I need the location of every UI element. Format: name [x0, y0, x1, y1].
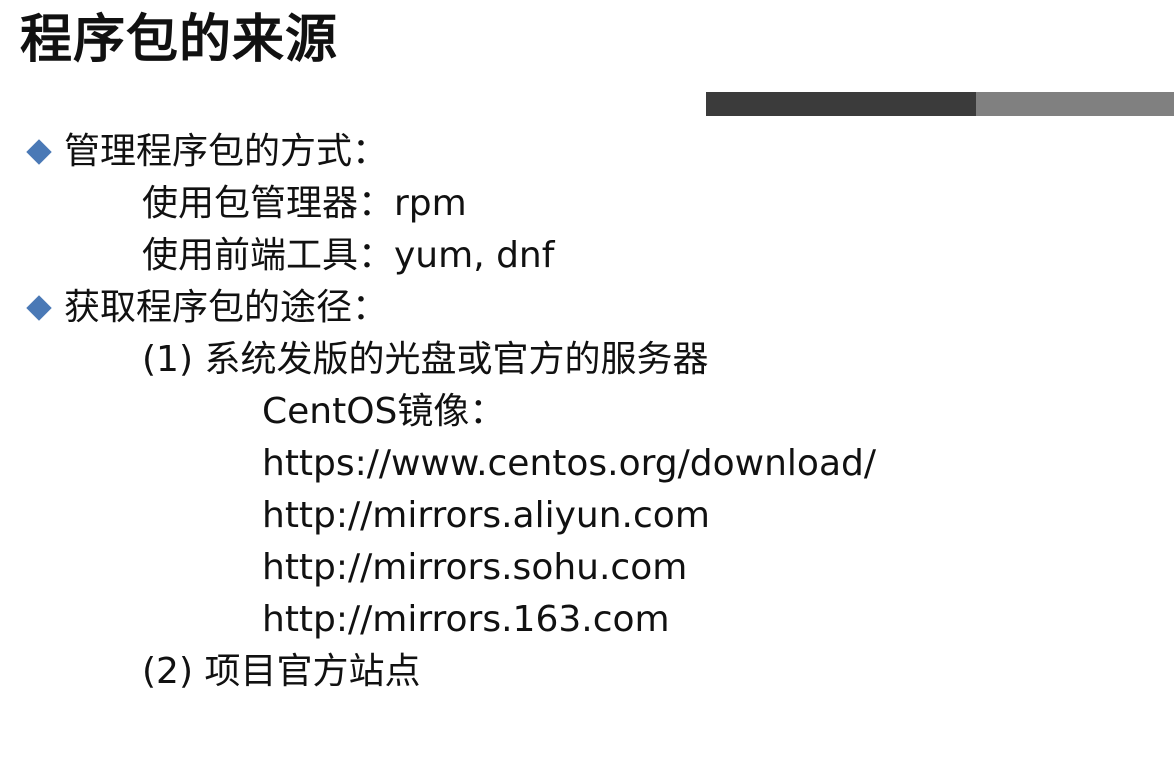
source-official-discs: (1) 系统发版的光盘或官方的服务器: [142, 339, 709, 380]
slide-title: 程序包的来源: [20, 10, 339, 70]
accent-bar-light: [976, 92, 1174, 116]
mirror-url-163: http://mirrors.163.com: [262, 599, 670, 640]
sub-item-frontend-tools: 使用前端工具：yum, dnf: [142, 235, 555, 276]
diamond-bullet-icon: [26, 139, 52, 165]
centos-mirror-label: CentOS镜像：: [262, 391, 506, 432]
section-heading: 获取程序包的途径：: [64, 287, 389, 328]
slide: 程序包的来源 管理程序包的方式： 使用包管理器：rpm 使用前端工具：yum, …: [0, 0, 1174, 768]
bullet-management-methods: 管理程序包的方式：: [26, 134, 388, 170]
source-project-site: (2) 项目官方站点: [142, 651, 421, 692]
mirror-url-centos: https://www.centos.org/download/: [262, 443, 876, 484]
mirror-url-sohu: http://mirrors.sohu.com: [262, 547, 688, 588]
mirror-url-aliyun: http://mirrors.aliyun.com: [262, 495, 710, 536]
section-heading: 管理程序包的方式：: [64, 131, 389, 172]
bullet-sources: 获取程序包的途径：: [26, 290, 388, 326]
sub-item-package-manager: 使用包管理器：rpm: [142, 183, 467, 224]
diamond-bullet-icon: [26, 295, 52, 321]
accent-bar-dark: [706, 92, 976, 116]
